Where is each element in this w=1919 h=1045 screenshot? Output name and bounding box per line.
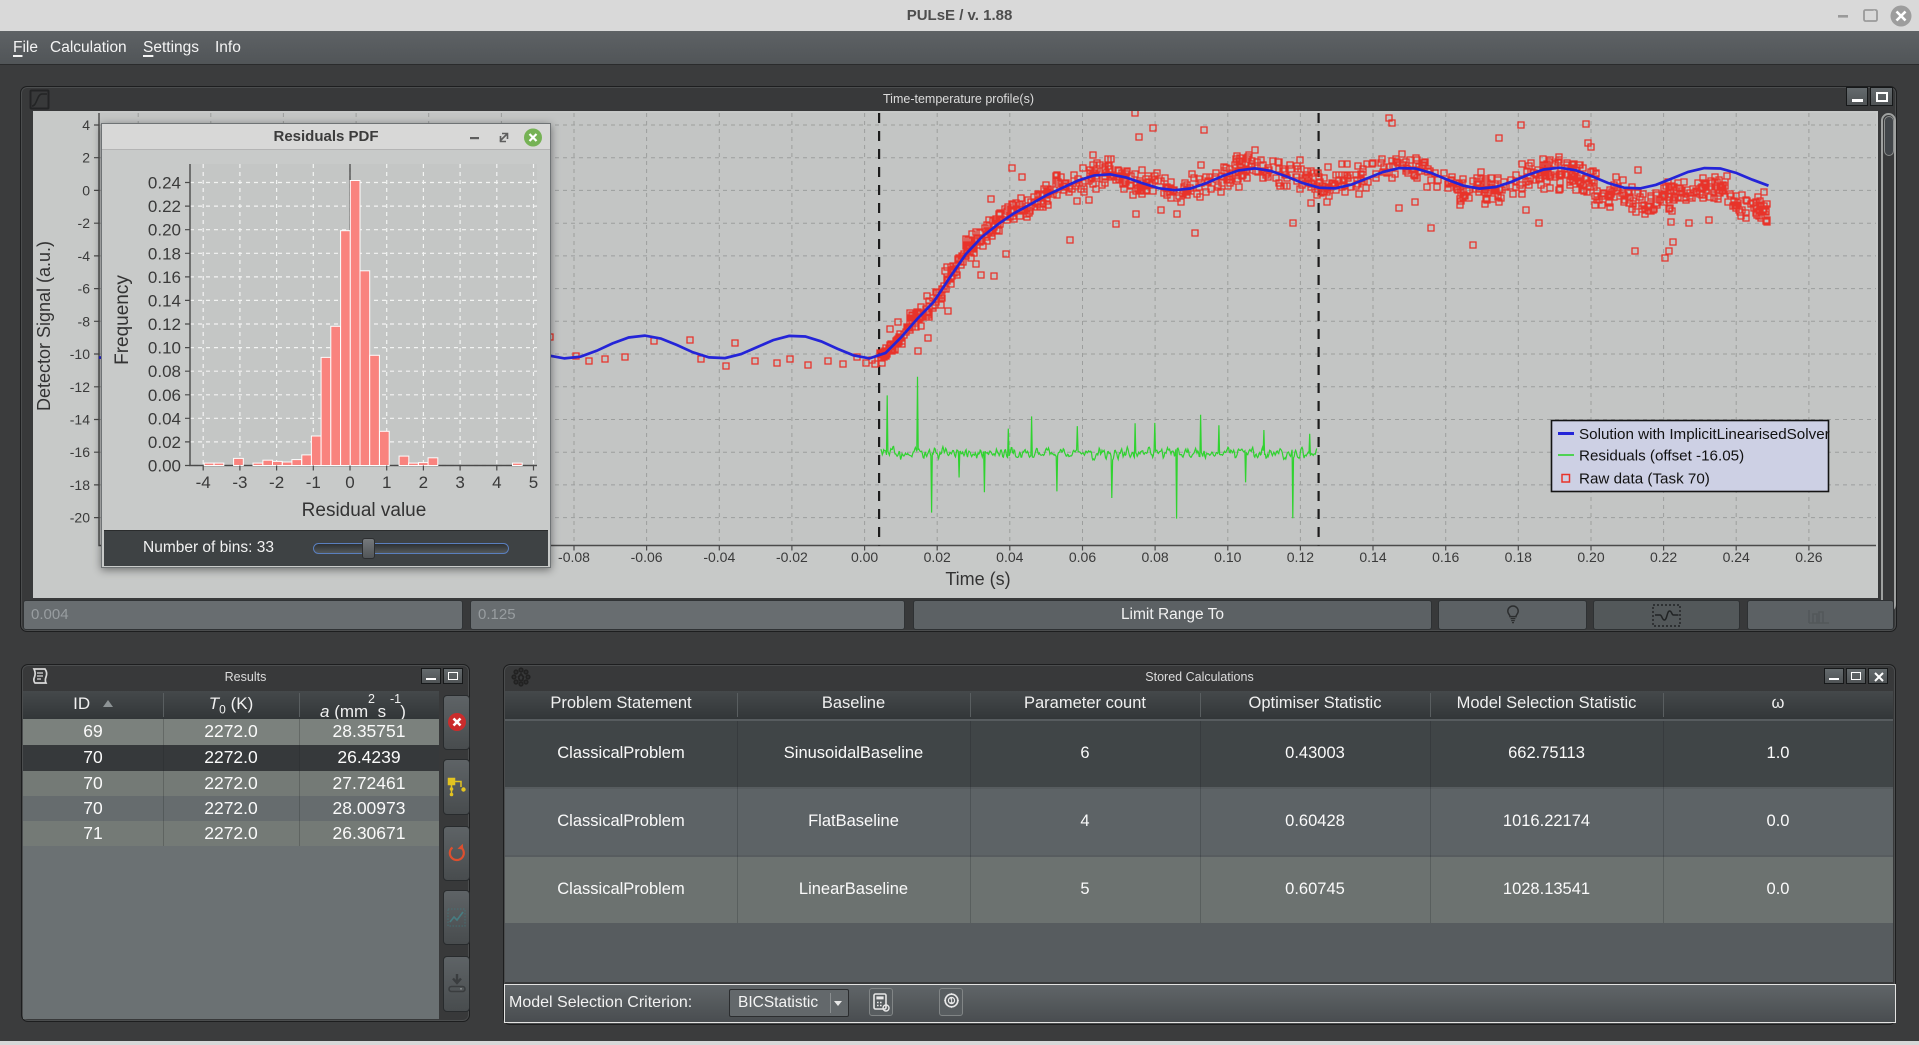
svg-text:0.16: 0.16 — [1432, 549, 1459, 565]
svg-text:Detector Signal (a.u.): Detector Signal (a.u.) — [34, 241, 54, 411]
svg-text:0.08: 0.08 — [1141, 549, 1168, 565]
svg-text:0.08: 0.08 — [148, 362, 181, 381]
svg-text:0.12: 0.12 — [1287, 549, 1314, 565]
svg-text:-8: -8 — [78, 313, 91, 329]
svg-text:-14: -14 — [70, 412, 90, 428]
svg-text:-0.04: -0.04 — [703, 549, 735, 565]
svg-text:-1: -1 — [306, 473, 321, 492]
svg-text:-3: -3 — [232, 473, 247, 492]
svg-text:Raw data (Task 70): Raw data (Task 70) — [1579, 471, 1710, 488]
svg-text:2: 2 — [82, 150, 90, 166]
svg-text:0.20: 0.20 — [1577, 549, 1604, 565]
svg-text:0.16: 0.16 — [148, 268, 181, 287]
svg-text:-2: -2 — [78, 215, 91, 231]
svg-text:0.22: 0.22 — [148, 197, 181, 216]
svg-text:-10: -10 — [70, 346, 90, 362]
svg-text:1: 1 — [382, 473, 391, 492]
svg-text:0.22: 0.22 — [1650, 549, 1677, 565]
svg-text:0.18: 0.18 — [148, 244, 181, 263]
svg-text:0.18: 0.18 — [1505, 549, 1532, 565]
svg-text:-20: -20 — [70, 510, 90, 526]
svg-text:-0.02: -0.02 — [776, 549, 808, 565]
svg-text:0: 0 — [345, 473, 354, 492]
svg-text:Residual value: Residual value — [302, 500, 427, 521]
svg-text:-4: -4 — [78, 248, 91, 264]
svg-text:Time (s): Time (s) — [945, 569, 1010, 589]
svg-text:-12: -12 — [70, 379, 90, 395]
svg-text:0.00: 0.00 — [851, 549, 878, 565]
svg-text:0.14: 0.14 — [1359, 549, 1386, 565]
svg-text:0.12: 0.12 — [148, 315, 181, 334]
svg-text:2: 2 — [419, 473, 428, 492]
svg-text:4: 4 — [82, 117, 90, 133]
svg-text:5: 5 — [529, 473, 538, 492]
svg-text:-0.06: -0.06 — [631, 549, 663, 565]
svg-text:0.14: 0.14 — [148, 291, 181, 310]
svg-text:Frequency: Frequency — [112, 275, 133, 365]
svg-text:1: 1 — [950, 998, 954, 1005]
svg-text:Residuals (offset -16.05): Residuals (offset -16.05) — [1579, 448, 1744, 465]
svg-text:-4: -4 — [196, 473, 211, 492]
svg-text:3: 3 — [455, 473, 464, 492]
svg-text:Solution with ImplicitLinearis: Solution with ImplicitLinearisedSolver — [1579, 426, 1830, 443]
svg-text:-2: -2 — [269, 473, 284, 492]
svg-text:0.02: 0.02 — [924, 549, 951, 565]
svg-text:-18: -18 — [70, 477, 90, 493]
svg-text:0.04: 0.04 — [996, 549, 1023, 565]
svg-text:0.10: 0.10 — [1214, 549, 1241, 565]
svg-text:0.06: 0.06 — [148, 386, 181, 405]
svg-text:0.04: 0.04 — [148, 409, 181, 428]
svg-text:0.20: 0.20 — [148, 221, 181, 240]
svg-text:0.26: 0.26 — [1795, 549, 1822, 565]
svg-text:-16: -16 — [70, 444, 90, 460]
svg-text:4: 4 — [492, 473, 501, 492]
svg-text:-0.08: -0.08 — [558, 549, 590, 565]
svg-text:0.24: 0.24 — [148, 174, 181, 193]
svg-text:0.00: 0.00 — [148, 457, 181, 476]
svg-text:0.24: 0.24 — [1723, 549, 1750, 565]
svg-text:0: 0 — [82, 182, 90, 198]
svg-text:0.02: 0.02 — [148, 433, 181, 452]
svg-text:0.06: 0.06 — [1069, 549, 1096, 565]
svg-text:-6: -6 — [78, 281, 91, 297]
svg-text:0.10: 0.10 — [148, 339, 181, 358]
